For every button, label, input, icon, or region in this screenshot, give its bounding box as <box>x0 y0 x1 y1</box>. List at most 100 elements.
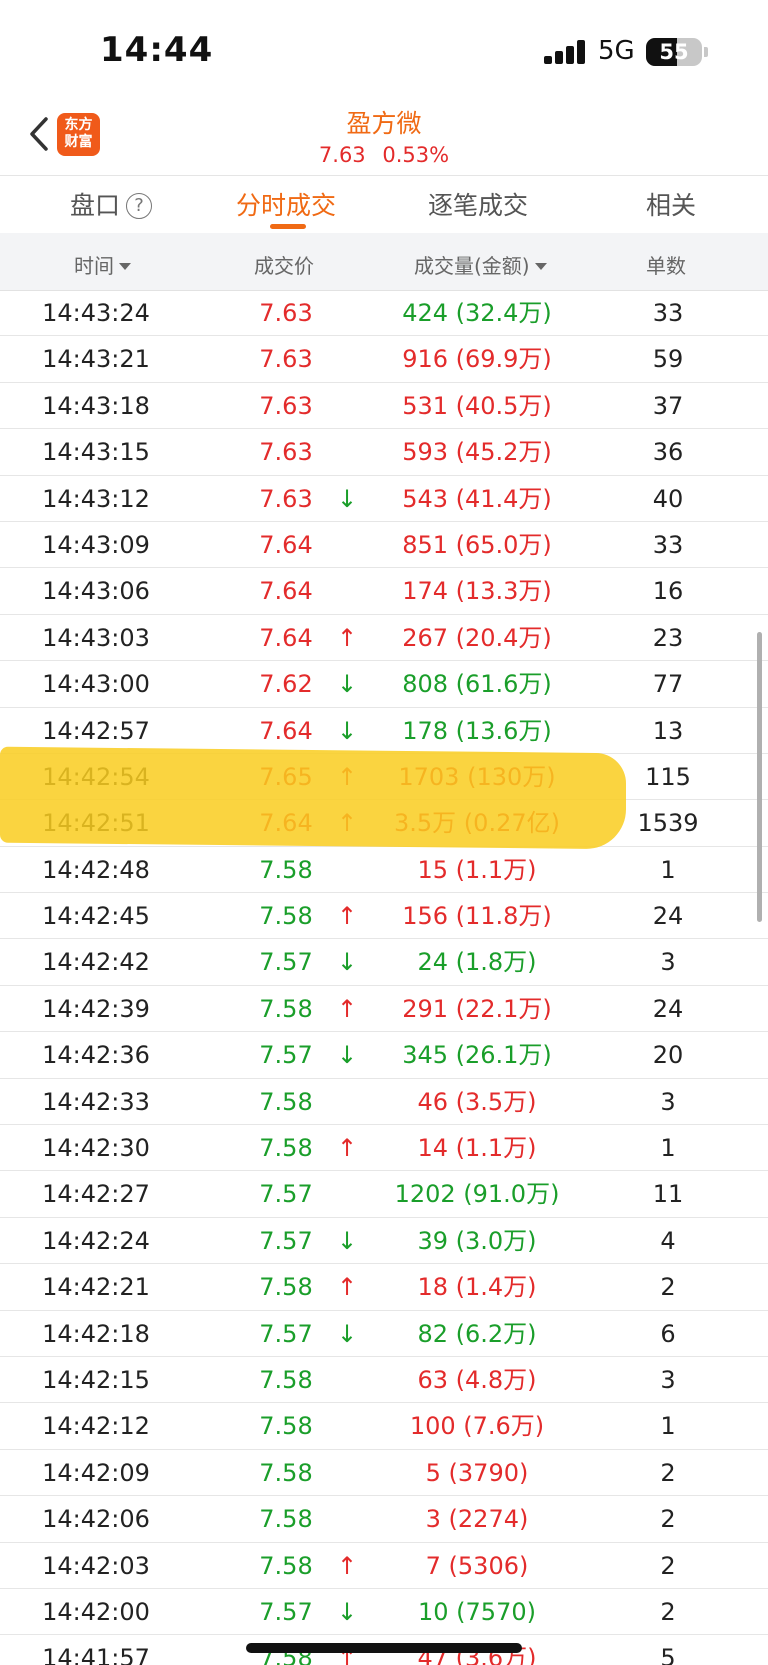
trade-volume: 345 (26.1万) <box>402 1041 552 1070</box>
trade-count: 23 <box>652 623 684 652</box>
scrollbar[interactable] <box>757 632 762 922</box>
trade-volume: 7 (5306) <box>425 1551 529 1580</box>
trade-volume: 291 (22.1万) <box>402 994 552 1023</box>
table-row[interactable]: 14:43:03 7.64 ↑ 267 (20.4万) 23 <box>0 615 768 662</box>
col-volume[interactable]: 成交量(金额) <box>414 250 547 279</box>
trade-volume: 808 (61.6万) <box>402 670 552 699</box>
table-row[interactable]: 14:43:06 7.64 174 (13.3万) 16 <box>0 568 768 615</box>
table-row[interactable]: 14:43:15 7.63 593 (45.2万) 36 <box>0 429 768 476</box>
trade-volume: 24 (1.8万) <box>417 948 537 977</box>
col-count: 单数 <box>646 254 686 278</box>
stock-change-pct: 0.53% <box>382 143 450 167</box>
table-row[interactable]: 14:42:27 7.57 1202 (91.0万) 11 <box>0 1171 768 1218</box>
trade-price: 7.63 <box>259 299 313 327</box>
table-row[interactable]: 14:42:00 7.57 ↓ 10 (7570) 2 <box>0 1589 768 1636</box>
trade-price: 7.58 <box>259 1087 313 1116</box>
trade-count: 2 <box>660 1551 676 1580</box>
table-row[interactable]: 14:42:39 7.58 ↑ 291 (22.1万) 24 <box>0 986 768 1033</box>
table-row[interactable]: 14:43:21 7.63 916 (69.9万) 59 <box>0 336 768 383</box>
trade-time: 14:42:27 <box>42 1180 150 1209</box>
tab-time-trades[interactable]: 分时成交 <box>236 186 336 222</box>
trade-count: 2 <box>660 1597 676 1626</box>
trade-count: 2 <box>660 1505 676 1534</box>
trade-volume: 82 (6.2万) <box>417 1319 537 1348</box>
trade-time: 14:43:06 <box>42 577 150 606</box>
trade-list[interactable]: 14:43:24 7.63 424 (32.4万) 33 14:43:21 7.63 916… <box>0 290 768 1665</box>
trade-time: 14:42:06 <box>42 1505 150 1534</box>
trade-price: 7.57 <box>259 948 313 977</box>
trade-count: 20 <box>652 1041 684 1070</box>
table-row[interactable]: 14:42:18 7.57 ↓ 82 (6.2万) 6 <box>0 1311 768 1357</box>
table-row[interactable]: 14:42:09 7.58 5 (3790) 2 <box>0 1450 768 1497</box>
trade-price: 7.63 <box>259 484 313 513</box>
trade-volume: 851 (65.0万) <box>402 530 552 559</box>
trade-time: 14:42:48 <box>42 855 150 884</box>
active-tab-indicator <box>270 224 306 229</box>
table-row[interactable]: 14:43:00 7.62 ↓ 808 (61.6万) 77 <box>0 661 768 708</box>
trade-count: 5 <box>660 1644 676 1665</box>
trade-time: 14:43:00 <box>42 670 150 699</box>
trade-price: 7.58 <box>259 1412 313 1441</box>
trade-count: 36 <box>652 438 684 467</box>
home-indicator[interactable] <box>246 1643 522 1653</box>
table-row[interactable]: 14:42:06 7.58 3 (2274) 2 <box>0 1496 768 1543</box>
trade-price: 7.64 <box>259 716 313 745</box>
trade-volume: 1202 (91.0万) <box>394 1180 560 1209</box>
arrow-down-icon: ↓ <box>336 948 358 977</box>
trade-count: 11 <box>652 1180 684 1209</box>
trade-time: 14:42:39 <box>42 994 150 1023</box>
table-row[interactable]: 14:43:18 7.63 531 (40.5万) 37 <box>0 383 768 430</box>
trade-time: 14:42:00 <box>42 1597 150 1626</box>
trade-volume: 5 (3790) <box>425 1458 529 1487</box>
table-row[interactable]: 14:42:33 7.58 46 (3.5万) 3 <box>0 1079 768 1126</box>
highlight-marker <box>0 746 626 850</box>
trade-price: 7.63 <box>259 438 313 467</box>
tab-related[interactable]: 相关 <box>646 186 696 222</box>
trade-time: 14:43:09 <box>42 530 150 559</box>
col-time-label: 时间 <box>74 254 114 278</box>
battery-level: 55 <box>659 40 689 64</box>
tab-tick-trades[interactable]: 逐笔成交 <box>428 186 528 222</box>
help-icon[interactable]: ? <box>126 193 153 219</box>
table-row[interactable]: 14:43:24 7.63 424 (32.4万) 33 <box>0 290 768 337</box>
table-row[interactable]: 14:42:24 7.57 ↓ 39 (3.0万) 4 <box>0 1218 768 1265</box>
table-row[interactable]: 14:43:12 7.63 ↓ 543 (41.4万) 40 <box>0 476 768 522</box>
table-row[interactable]: 14:42:12 7.58 100 (7.6万) 1 <box>0 1403 768 1450</box>
trade-volume: 543 (41.4万) <box>402 484 552 513</box>
battery-tip <box>704 47 708 57</box>
trade-volume: 14 (1.1万) <box>417 1134 537 1163</box>
table-row[interactable]: 14:43:09 7.64 851 (65.0万) 33 <box>0 522 768 569</box>
table-row[interactable]: 14:42:03 7.58 ↑ 7 (5306) 2 <box>0 1543 768 1589</box>
trade-volume: 174 (13.3万) <box>402 577 552 606</box>
trade-count: 37 <box>652 391 684 420</box>
arrow-down-icon: ↓ <box>336 1041 358 1070</box>
tab-pankou[interactable]: 盘口? <box>70 186 153 222</box>
trade-count: 2 <box>660 1458 676 1487</box>
trade-time: 14:42:12 <box>42 1412 150 1441</box>
table-row[interactable]: 14:42:21 7.58 ↑ 18 (1.4万) 2 <box>0 1264 768 1311</box>
table-row[interactable]: 14:42:48 7.58 15 (1.1万) 1 <box>0 847 768 894</box>
trade-price: 7.57 <box>259 1319 313 1348</box>
trade-count: 59 <box>652 345 684 374</box>
trade-volume: 424 (32.4万) <box>402 299 552 327</box>
table-row[interactable]: 14:42:45 7.58 ↑ 156 (11.8万) 24 <box>0 893 768 940</box>
trade-count: 1 <box>660 1134 676 1163</box>
table-row[interactable]: 14:42:36 7.57 ↓ 345 (26.1万) 20 <box>0 1032 768 1079</box>
trade-price: 7.58 <box>259 855 313 884</box>
col-volume-label: 成交量(金额) <box>414 254 530 278</box>
trade-volume: 39 (3.0万) <box>417 1226 537 1255</box>
table-row[interactable]: 14:42:30 7.58 ↑ 14 (1.1万) 1 <box>0 1125 768 1172</box>
trade-price: 7.57 <box>259 1597 313 1626</box>
trade-count: 77 <box>652 670 684 699</box>
table-row[interactable]: 14:42:15 7.58 63 (4.8万) 3 <box>0 1357 768 1404</box>
arrow-up-icon: ↑ <box>336 902 358 931</box>
trade-count: 4 <box>660 1226 676 1255</box>
trade-count: 1 <box>660 855 676 884</box>
arrow-down-icon: ↓ <box>336 1597 358 1626</box>
trade-count: 33 <box>652 530 684 559</box>
table-row[interactable]: 14:42:42 7.57 ↓ 24 (1.8万) 3 <box>0 939 768 986</box>
col-time[interactable]: 时间 <box>74 250 131 279</box>
trade-volume: 178 (13.6万) <box>402 716 552 745</box>
stock-price: 7.63 <box>318 143 366 167</box>
trade-price: 7.57 <box>259 1180 313 1209</box>
